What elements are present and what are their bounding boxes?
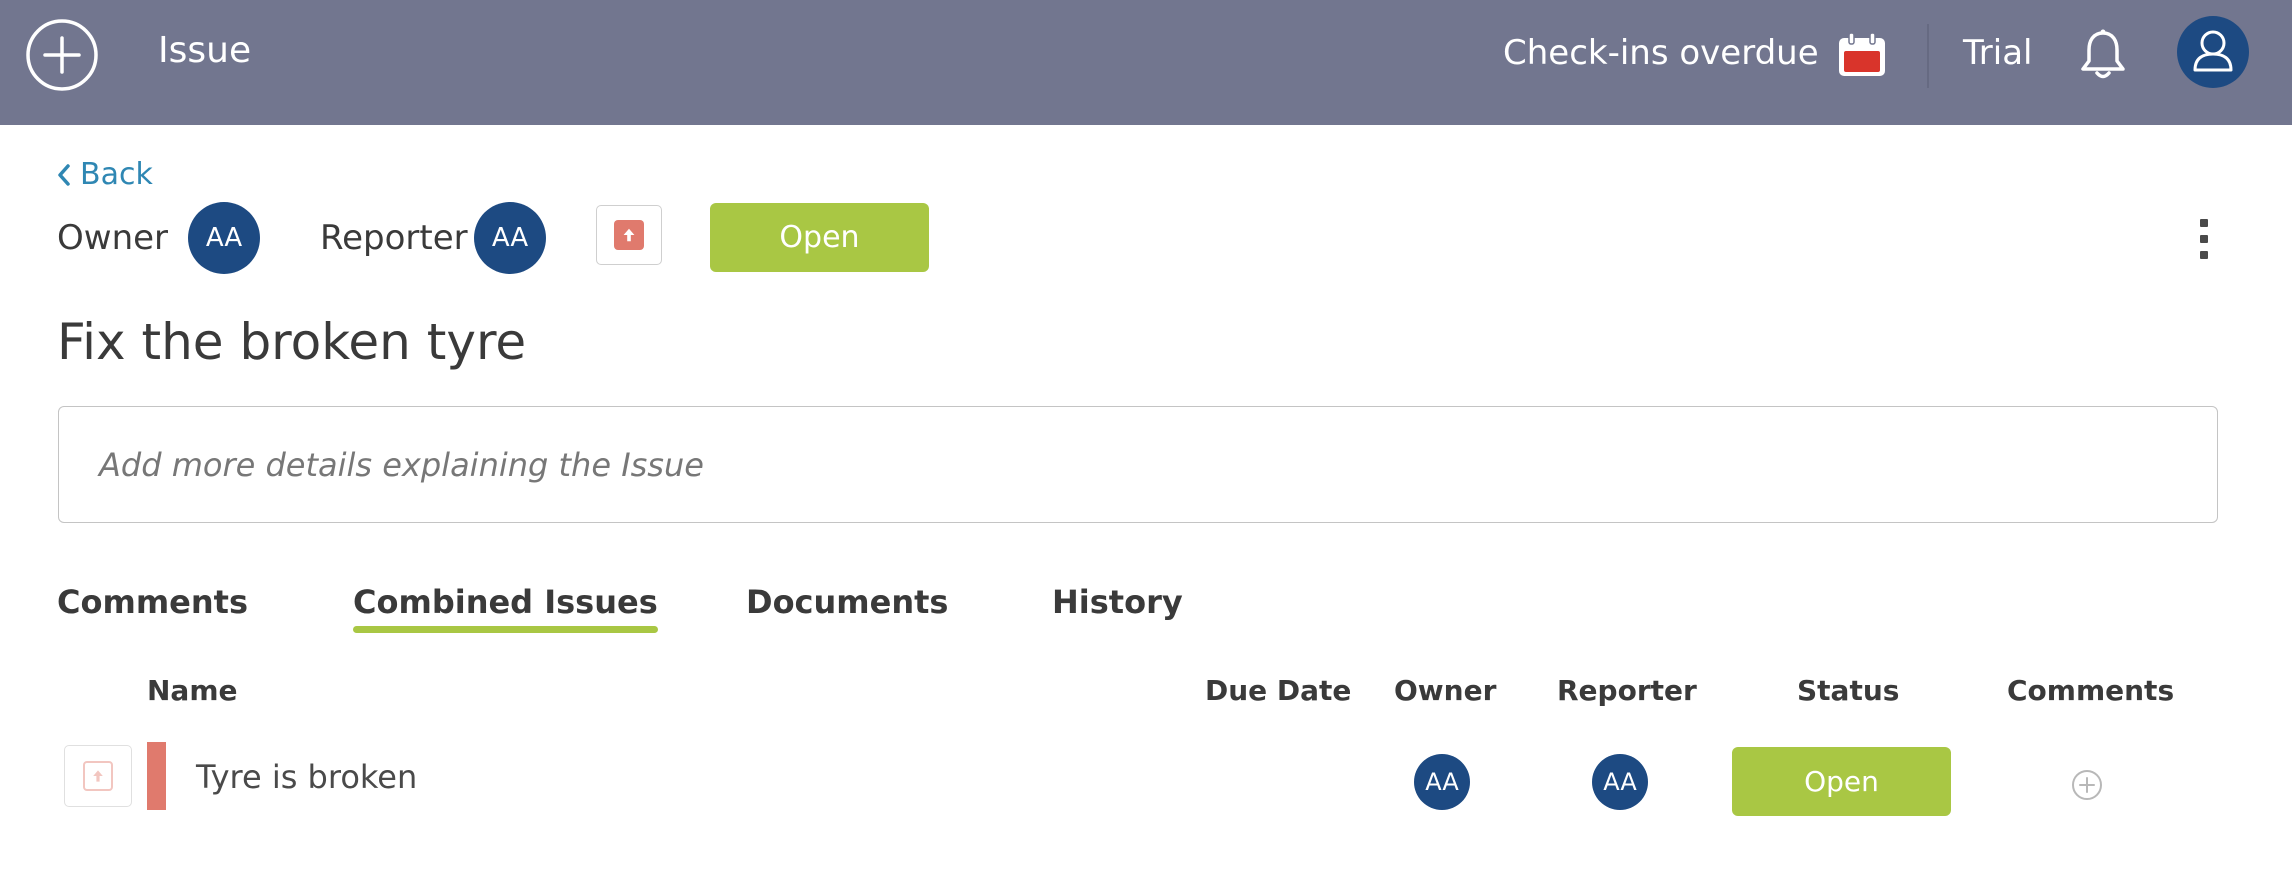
tab-combined-issues[interactable]: Combined Issues bbox=[353, 583, 658, 633]
row-priority-button[interactable] bbox=[64, 745, 132, 807]
tab-comments[interactable]: Comments bbox=[57, 583, 248, 621]
column-header-status: Status bbox=[1797, 674, 1900, 707]
priority-up-icon bbox=[83, 761, 113, 791]
tab-documents[interactable]: Documents bbox=[746, 583, 948, 621]
row-priority-indicator bbox=[147, 742, 166, 810]
column-header-due-date: Due Date bbox=[1205, 674, 1352, 707]
details-field[interactable]: Add more details explaining the Issue bbox=[58, 406, 2218, 523]
tab-history[interactable]: History bbox=[1052, 583, 1183, 621]
calendar-icon[interactable] bbox=[1837, 32, 1887, 78]
reporter-label: Reporter bbox=[320, 218, 468, 258]
chevron-left-icon bbox=[58, 163, 70, 186]
back-link[interactable]: Back bbox=[56, 157, 153, 192]
checkins-overdue-link[interactable]: Check-ins overdue bbox=[1503, 33, 1819, 73]
row-owner-avatar[interactable]: AA bbox=[1414, 754, 1470, 810]
priority-button[interactable] bbox=[596, 205, 662, 265]
priority-up-icon bbox=[614, 220, 644, 250]
kebab-menu-icon[interactable] bbox=[2192, 219, 2216, 259]
row-reporter-avatar[interactable]: AA bbox=[1592, 754, 1648, 810]
column-header-comments: Comments bbox=[2007, 674, 2175, 707]
back-label: Back bbox=[80, 157, 153, 192]
row-status-button[interactable]: Open bbox=[1732, 747, 1951, 816]
page-title: Issue bbox=[158, 30, 252, 71]
issue-title[interactable]: Fix the broken tyre bbox=[57, 313, 526, 371]
owner-avatar[interactable]: AA bbox=[188, 202, 260, 274]
top-bar: Issue Check-ins overdue Trial bbox=[0, 0, 2292, 125]
bell-icon[interactable] bbox=[2078, 28, 2128, 82]
column-header-owner: Owner bbox=[1394, 674, 1497, 707]
owner-label: Owner bbox=[57, 218, 169, 258]
column-header-name: Name bbox=[147, 674, 238, 707]
user-icon bbox=[2193, 30, 2233, 72]
topbar-divider bbox=[1927, 24, 1929, 88]
row-issue-name[interactable]: Tyre is broken bbox=[196, 758, 417, 796]
plus-circle-small-icon[interactable] bbox=[2071, 769, 2103, 801]
status-button[interactable]: Open bbox=[710, 203, 929, 272]
column-header-reporter: Reporter bbox=[1557, 674, 1697, 707]
plus-circle-icon[interactable] bbox=[25, 18, 99, 92]
trial-link[interactable]: Trial bbox=[1963, 33, 2032, 73]
reporter-avatar[interactable]: AA bbox=[474, 202, 546, 274]
user-avatar[interactable] bbox=[2177, 16, 2249, 88]
